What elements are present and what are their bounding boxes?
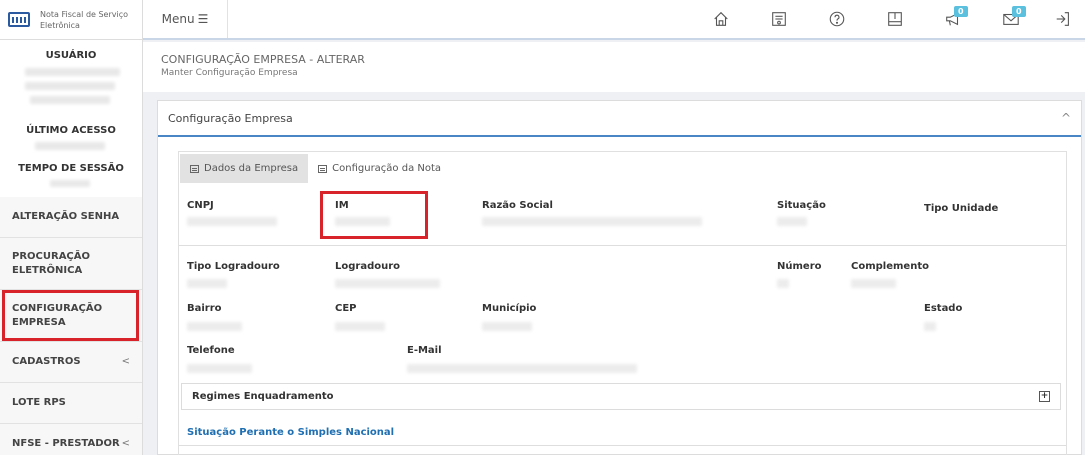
telefone-value [187,364,252,373]
help-icon[interactable] [808,0,866,38]
bairro-value [187,322,242,331]
form-container: Dados da Empresa Configuração da Nota CN… [178,151,1067,455]
chevron-up-icon[interactable]: ^ [1061,111,1071,125]
tipo-logradouro-value [187,279,227,288]
tab-label: Dados da Empresa [204,163,299,174]
book-icon[interactable] [866,0,924,38]
sidebar-item-label: PROCURAÇÃO ELETRÔNICA [12,250,91,276]
numero-value [777,279,789,288]
top-bar: Menu ☰ 0 0 [143,0,1085,40]
app-logo[interactable]: Nota Fiscal de Serviço Eletrônica [0,0,142,40]
tab-bar: Dados da Empresa Configuração da Nota [179,152,1066,183]
plus-icon[interactable]: + [1039,391,1050,402]
home-icon[interactable] [692,0,750,38]
numero-label: Número [777,261,822,272]
page-title: CONFIGURAÇÃO EMPRESA - ALTERAR [161,53,365,66]
sidebar-item-procuracao[interactable]: PROCURAÇÃO ELETRÔNICA [0,238,142,290]
panel-title: Configuração Empresa [168,111,293,125]
last-access-redacted [35,142,105,150]
cep-label: CEP [335,303,357,314]
sidebar-item-alteracao-senha[interactable]: ALTERAÇÃO SENHA [0,197,142,238]
chevron-left-icon: < [121,438,130,449]
municipio-value [482,322,532,331]
invoice-logo-icon [8,12,30,27]
menu-toggle-button[interactable]: Menu ☰ [143,0,228,38]
sidebar: Nota Fiscal de Serviço Eletrônica USUÁRI… [0,0,143,455]
municipio-label: Município [482,303,537,314]
logo-text: Nota Fiscal de Serviço Eletrônica [40,9,129,30]
list-icon [190,164,199,173]
user-detail-redacted [25,82,115,90]
megaphone-icon[interactable]: 0 [924,0,982,38]
user-detail-redacted-2 [30,96,110,104]
tipo-unidade-label: Tipo Unidade [924,203,999,214]
list-icon [318,164,328,173]
usuario-heading: USUÁRIO [45,50,97,61]
highlight-box-sidebar [2,290,139,341]
email-label: E-Mail [407,345,442,356]
hamburger-icon: ☰ [197,12,209,26]
sidebar-item-label: CADASTROS [12,356,81,367]
simples-nacional-link[interactable]: Situação Perante o Simples Nacional [187,427,394,438]
mail-badge: 0 [1012,6,1026,17]
cep-value [335,322,385,331]
sidebar-item-lote-rps[interactable]: LOTE RPS [0,383,142,424]
sidebar-item-nfse-prestador[interactable]: NFSE - PRESTADOR < [0,424,142,455]
sidebar-item-label: LOTE RPS [12,397,66,408]
highlight-box-im [320,191,428,239]
sidebar-item-cadastros[interactable]: CADASTROS < [0,342,142,383]
estado-label: Estado [924,303,963,314]
logout-icon[interactable] [1040,0,1085,38]
mail-icon[interactable]: 0 [982,0,1040,38]
razao-social-value [482,217,702,226]
logradouro-label: Logradouro [335,261,401,272]
divider [179,445,1066,446]
complemento-value [851,279,896,288]
logradouro-value [335,279,440,288]
tab-dados-empresa[interactable]: Dados da Empresa [180,154,309,183]
complemento-label: Complemento [851,261,929,272]
telefone-label: Telefone [187,345,235,356]
cnpj-label: CNPJ [187,200,214,211]
regimes-label: Regimes Enquadramento [192,391,334,402]
page-subtitle: Manter Configuração Empresa [161,68,298,78]
estado-value [924,322,936,331]
session-time-redacted [50,180,90,187]
razao-social-label: Razão Social [482,200,553,211]
bairro-label: Bairro [187,303,222,314]
user-name-redacted [25,68,120,76]
tipo-logradouro-label: Tipo Logradouro [187,261,280,272]
panel-header[interactable]: Configuração Empresa ^ [158,101,1081,137]
regimes-enquadramento-section[interactable]: Regimes Enquadramento + [181,383,1061,410]
ultimo-acesso-heading: ÚLTIMO ACESSO [26,125,116,136]
situacao-value [777,217,807,226]
situacao-label: Situação [777,200,826,211]
email-value [407,364,637,373]
chevron-left-icon: < [121,356,130,367]
sidebar-item-label: ALTERAÇÃO SENHA [12,211,120,222]
tab-configuracao-nota[interactable]: Configuração da Nota [308,154,451,183]
sidebar-item-label: NFSE - PRESTADOR [12,438,120,449]
page-header: CONFIGURAÇÃO EMPRESA - ALTERAR Manter Co… [143,42,1085,92]
menu-label: Menu [161,12,195,26]
tab-label: Configuração da Nota [332,163,442,174]
tempo-sessao-heading: TEMPO DE SESSÃO [18,163,124,174]
announcements-badge: 0 [954,6,968,17]
certificate-icon[interactable] [750,0,808,38]
divider [179,245,1066,246]
cnpj-value [187,217,277,226]
configuracao-empresa-panel: Configuração Empresa ^ Dados da Empresa … [157,100,1082,455]
